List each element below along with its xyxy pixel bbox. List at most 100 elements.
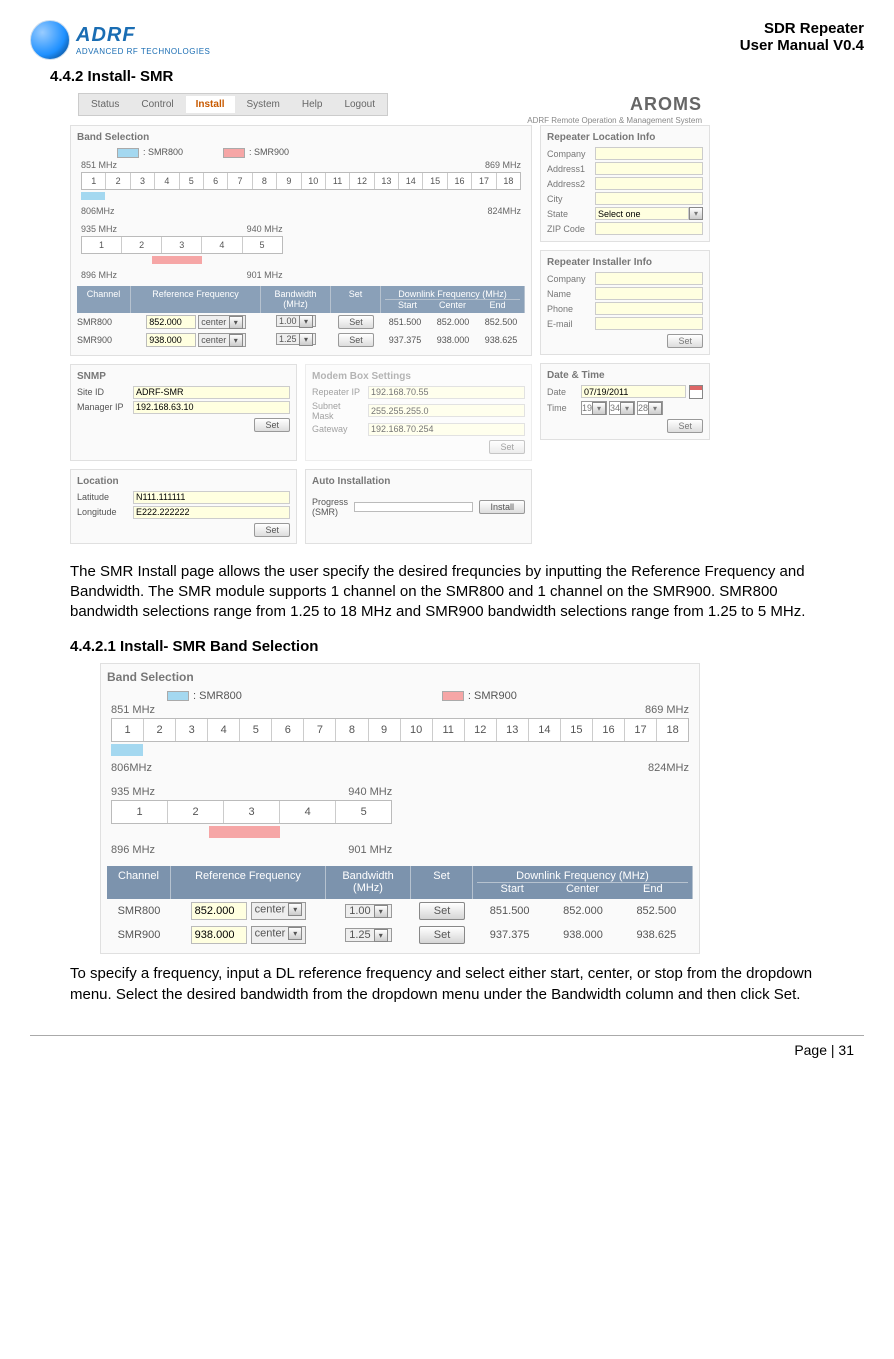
band-selection-title: Band Selection [77, 132, 525, 143]
tab-install[interactable]: Install [186, 96, 235, 113]
bw-sel2-smr800[interactable]: 1.00 ▾ [345, 904, 391, 918]
chevron-down-icon: ▾ [288, 927, 302, 940]
r2-right: 940 MHz [247, 224, 283, 234]
gw-input [368, 423, 525, 436]
brand-sub: ADVANCED RF TECHNOLOGIES [76, 47, 210, 56]
ref-freq2-smr900[interactable] [191, 926, 247, 944]
band-selection-panel: Band Selection : SMR800 : SMR900 851 MHz… [70, 125, 532, 356]
lon-label: Longitude [77, 507, 129, 517]
snmp-set-button[interactable]: Set [254, 418, 290, 432]
repeater-installer-panel: Repeater Installer Info Company Name Pho… [540, 250, 710, 355]
rii-name[interactable] [595, 287, 703, 300]
r1-right: 869 MHz [485, 160, 521, 170]
mgr-ip-input[interactable] [133, 401, 290, 414]
chevron-down-icon[interactable]: ▾ [689, 207, 703, 220]
set-button-smr800[interactable]: Set [338, 315, 374, 329]
ch-row-smr900: SMR900 center ▾ 1.25 ▾ Set 937.375938.00… [77, 331, 525, 349]
tab-control[interactable]: Control [131, 96, 183, 113]
pos-sel2-smr800[interactable]: center ▾ [251, 902, 307, 920]
time-m[interactable]: 34▾ [609, 401, 635, 415]
calendar-icon[interactable] [689, 385, 703, 399]
swirl-icon [30, 20, 70, 60]
legend-smr900-2: : SMR900 [442, 690, 517, 702]
swatch-blue-icon [167, 691, 189, 701]
page-footer: Page | 31 [30, 1035, 864, 1058]
bw-sel-smr900[interactable]: 1.25 ▾ [276, 333, 316, 345]
tab-status[interactable]: Status [81, 96, 129, 113]
sm-input [368, 404, 525, 417]
chevron-down-icon: ▾ [374, 905, 388, 918]
rli-company[interactable] [595, 147, 703, 160]
rii-set-button[interactable]: Set [667, 334, 703, 348]
location-set-button[interactable]: Set [254, 523, 290, 537]
section-4421: 4.4.2.1 Install- SMR Band Selection [70, 638, 864, 655]
time-h[interactable]: 19▾ [581, 401, 607, 415]
tab-system[interactable]: System [237, 96, 290, 113]
install-screenshot: Status Control Install System Help Logou… [70, 89, 710, 552]
ruler-900: 12345 [81, 236, 283, 254]
set-button-smr900[interactable]: Set [338, 333, 374, 347]
repeater-location-panel: Repeater Location Info Company Address1 … [540, 125, 710, 242]
ref-freq-smr800[interactable] [146, 315, 196, 329]
site-id-input[interactable] [133, 386, 290, 399]
rii-company[interactable] [595, 272, 703, 285]
rli-addr1[interactable] [595, 162, 703, 175]
chevron-down-icon: ▾ [648, 402, 662, 415]
section-442: 4.4.2 Install- SMR [50, 68, 864, 85]
dt-set-button[interactable]: Set [667, 419, 703, 433]
swatch-red-icon [223, 148, 245, 158]
ch-row2-smr900: SMR900 center ▾ 1.25 ▾ Set 937.375938.00… [107, 923, 693, 947]
rii-phone[interactable] [595, 302, 703, 315]
site-id-label: Site ID [77, 387, 129, 397]
aroms-sub: ADRF Remote Operation & Management Syste… [70, 116, 710, 125]
brand: ADRF [76, 24, 210, 47]
rip-input [368, 386, 525, 399]
lon-input[interactable] [133, 506, 290, 519]
pos-sel-smr900[interactable]: center ▾ [198, 333, 246, 347]
auto-install-panel: Auto Installation Progress (SMR) Install [305, 469, 532, 544]
chevron-down-icon: ▾ [374, 929, 388, 942]
set-button2-smr900[interactable]: Set [419, 926, 466, 944]
r1-br: 824MHz [487, 206, 521, 216]
modem-panel: Modem Box Settings Repeater IP Subnet Ma… [305, 364, 532, 461]
modem-set-button: Set [489, 440, 525, 454]
ch-row2-smr800: SMR800 center ▾ 1.00 ▾ Set 851.500852.00… [107, 899, 693, 923]
chevron-down-icon: ▾ [592, 402, 606, 415]
r2-bl: 896 MHz [81, 270, 117, 280]
ref-freq-smr900[interactable] [146, 333, 196, 347]
tab-logout[interactable]: Logout [334, 96, 385, 113]
r2-br: 901 MHz [247, 270, 283, 280]
set-button2-smr800[interactable]: Set [419, 902, 466, 920]
ruler-800-big: 123456789101112131415161718 [111, 718, 689, 742]
mgr-ip-label: Manager IP [77, 402, 129, 412]
tab-help[interactable]: Help [292, 96, 333, 113]
swatch-blue-icon [117, 148, 139, 158]
pos-sel-smr800[interactable]: center ▾ [198, 315, 246, 329]
ruler-800: 123456789101112131415161718 [81, 172, 521, 190]
rip-label: Repeater IP [312, 387, 364, 397]
chevron-down-icon: ▾ [299, 315, 313, 328]
rli-addr2[interactable] [595, 177, 703, 190]
channel-table-head: Channel Reference Frequency Bandwidth (M… [77, 286, 525, 313]
rli-zip[interactable] [595, 222, 703, 235]
pos-sel2-smr900[interactable]: center ▾ [251, 926, 307, 944]
install-button[interactable]: Install [479, 500, 525, 514]
legend-smr800-2: : SMR800 [167, 690, 242, 702]
rli-state[interactable] [595, 207, 689, 220]
chevron-down-icon: ▾ [620, 402, 634, 415]
logo: ADRF ADVANCED RF TECHNOLOGIES [30, 20, 210, 60]
time-s[interactable]: 28▾ [637, 401, 663, 415]
ch-row-smr800: SMR800 center ▾ 1.00 ▾ Set 851.500852.00… [77, 313, 525, 331]
snmp-panel: SNMP Site ID Manager IP Set [70, 364, 297, 461]
title1: SDR Repeater [740, 20, 864, 37]
rli-city[interactable] [595, 192, 703, 205]
lat-label: Latitude [77, 492, 129, 502]
ref-freq2-smr800[interactable] [191, 902, 247, 920]
date-input[interactable] [581, 385, 686, 398]
rii-email[interactable] [595, 317, 703, 330]
lat-input[interactable] [133, 491, 290, 504]
r2-left: 935 MHz [81, 224, 117, 234]
bw-sel2-smr900[interactable]: 1.25 ▾ [345, 928, 391, 942]
bw-sel-smr800[interactable]: 1.00 ▾ [276, 315, 316, 327]
date-time-panel: Date & Time Date Time 19▾ 34▾ 28▾ Set [540, 363, 710, 440]
